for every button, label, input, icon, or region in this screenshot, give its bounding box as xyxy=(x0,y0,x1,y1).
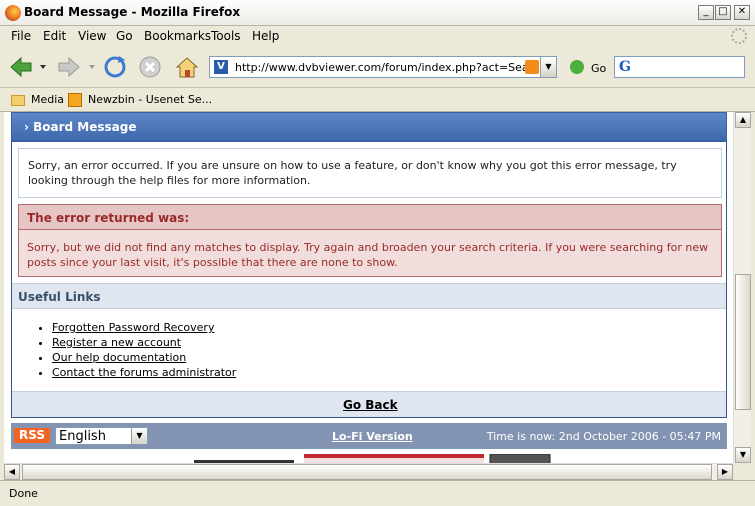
home-icon[interactable] xyxy=(174,54,200,80)
language-select-value: English xyxy=(59,429,106,444)
partial-banner-image xyxy=(194,454,551,463)
newzbin-icon xyxy=(68,93,82,107)
horizontal-scrollbar[interactable]: ◀ ▶ xyxy=(4,463,733,480)
go-button[interactable]: Go xyxy=(591,62,606,75)
intro-message: Sorry, an error occurred. If you are uns… xyxy=(18,148,722,198)
link-contact-admin[interactable]: Contact the forums administrator xyxy=(52,366,236,379)
status-bar: Done xyxy=(0,480,755,506)
board-message-header: › Board Message xyxy=(11,112,727,142)
menu-file[interactable]: File xyxy=(11,29,31,43)
list-item: Our help documentation xyxy=(52,350,236,365)
chevron-down-icon[interactable]: ▼ xyxy=(131,428,147,444)
lofi-version-link[interactable]: Lo-Fi Version xyxy=(332,430,413,443)
forward-arrow-icon[interactable] xyxy=(56,54,82,80)
stop-icon[interactable] xyxy=(137,54,163,80)
rss-feed-icon[interactable] xyxy=(525,60,539,74)
vertical-scrollbar[interactable]: ▲ ▼ xyxy=(733,112,751,463)
error-box: The error returned was: Sorry, but we di… xyxy=(18,204,722,277)
folder-icon xyxy=(11,94,25,106)
scroll-up-arrow-icon[interactable]: ▲ xyxy=(735,112,751,128)
useful-links-heading: Useful Links xyxy=(18,290,101,304)
error-message: Sorry, but we did not find any matches t… xyxy=(27,241,709,269)
vertical-scroll-thumb[interactable] xyxy=(735,274,751,410)
close-button[interactable]: ✕ xyxy=(734,5,750,20)
board-message-title: › Board Message xyxy=(24,120,137,134)
site-favicon-icon: V xyxy=(214,60,228,74)
address-bar[interactable]: V http://www.dvbviewer.com/forum/index.p… xyxy=(209,56,557,78)
menu-bar: File Edit View Go Bookmarks Tools Help xyxy=(0,26,755,46)
board-message-box: Sorry, an error occurred. If you are uns… xyxy=(11,142,727,418)
window-titlebar: Board Message - Mozilla Firefox _ □ ✕ xyxy=(0,0,755,26)
bookmark-newzbin-label: Newzbin - Usenet Se... xyxy=(88,93,213,106)
menu-help[interactable]: Help xyxy=(252,29,279,43)
horizontal-scroll-thumb[interactable] xyxy=(22,464,712,480)
go-back-bar: Go Back xyxy=(12,391,726,417)
useful-links-list: Forgotten Password Recovery Register a n… xyxy=(52,320,236,380)
throbber-icon xyxy=(731,28,747,44)
error-header: The error returned was: xyxy=(19,205,721,230)
bookmark-media[interactable]: Media xyxy=(11,93,64,106)
status-text: Done xyxy=(9,487,38,500)
firefox-icon xyxy=(5,5,21,21)
bookmark-media-label: Media xyxy=(31,93,65,106)
go-back-link[interactable]: Go Back xyxy=(343,398,398,412)
menu-view[interactable]: View xyxy=(78,29,106,43)
list-item: Forgotten Password Recovery xyxy=(52,320,236,335)
menu-go[interactable]: Go xyxy=(116,29,133,43)
link-register-account[interactable]: Register a new account xyxy=(52,336,181,349)
url-text[interactable]: http://www.dvbviewer.com/forum/index.php… xyxy=(235,61,525,74)
url-dropdown-arrow-icon[interactable]: ▼ xyxy=(540,57,556,77)
scroll-right-arrow-icon[interactable]: ▶ xyxy=(717,464,733,480)
forward-history-dropdown-icon[interactable] xyxy=(88,63,96,71)
current-time-text: Time is now: 2nd October 2006 - 05:47 PM xyxy=(486,430,721,443)
rss-badge[interactable]: RSS xyxy=(14,428,50,443)
maximize-button[interactable]: □ xyxy=(715,5,731,20)
reload-icon[interactable] xyxy=(102,54,128,80)
error-heading: The error returned was: xyxy=(27,211,190,225)
google-search-icon[interactable]: G xyxy=(619,59,631,75)
window-title: Board Message - Mozilla Firefox xyxy=(24,5,241,19)
list-item: Register a new account xyxy=(52,335,236,350)
back-history-dropdown-icon[interactable] xyxy=(39,63,47,71)
go-arrow-icon[interactable] xyxy=(570,60,584,74)
bookmark-newzbin[interactable]: Newzbin - Usenet Se... xyxy=(68,93,212,107)
menu-edit[interactable]: Edit xyxy=(43,29,66,43)
scroll-down-arrow-icon[interactable]: ▼ xyxy=(735,447,751,463)
scroll-left-arrow-icon[interactable]: ◀ xyxy=(4,464,20,480)
forum-footer-bar: RSS English ▼ Lo-Fi Version Time is now:… xyxy=(11,423,727,449)
bookmarks-toolbar: Media Newzbin - Usenet Se... xyxy=(0,88,755,112)
search-input[interactable]: G xyxy=(614,56,745,78)
link-help-documentation[interactable]: Our help documentation xyxy=(52,351,186,364)
link-forgotten-password[interactable]: Forgotten Password Recovery xyxy=(52,321,214,334)
menu-bookmarks[interactable]: Bookmarks xyxy=(144,29,211,43)
list-item: Contact the forums administrator xyxy=(52,365,236,380)
language-select[interactable]: English ▼ xyxy=(55,427,148,445)
back-arrow-icon[interactable] xyxy=(8,54,34,80)
minimize-button[interactable]: _ xyxy=(698,5,714,20)
useful-links-header: Useful Links xyxy=(12,283,726,309)
menu-tools[interactable]: Tools xyxy=(211,29,241,43)
page-viewport: › Board Message Sorry, an error occurred… xyxy=(4,112,733,463)
